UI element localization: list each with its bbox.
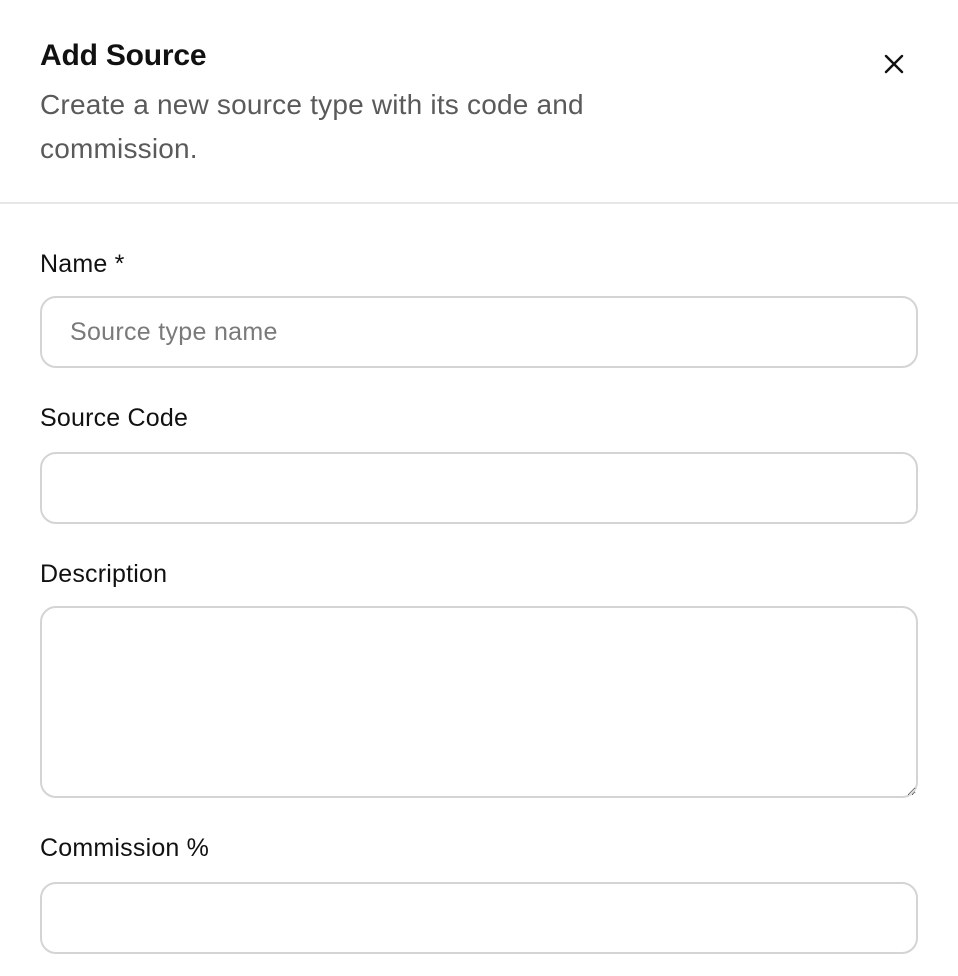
dialog-header: Add Source Create a new source type with…: [0, 0, 958, 204]
dialog-title: Add Source: [40, 39, 207, 72]
description-label: Description: [40, 560, 168, 588]
dialog-subtitle: Create a new source type with its code a…: [40, 89, 584, 164]
description-textarea[interactable]: [40, 606, 918, 798]
commission-label: Commission %: [40, 834, 210, 862]
close-icon: [883, 53, 905, 75]
name-label: Name *: [40, 250, 125, 278]
source-code-input[interactable]: [40, 452, 918, 524]
name-input[interactable]: [40, 296, 918, 368]
add-source-form: Name * Source Code Description Commissio…: [0, 204, 958, 976]
close-button[interactable]: [873, 43, 915, 85]
source-code-label: Source Code: [40, 404, 189, 432]
commission-input[interactable]: [40, 882, 918, 954]
